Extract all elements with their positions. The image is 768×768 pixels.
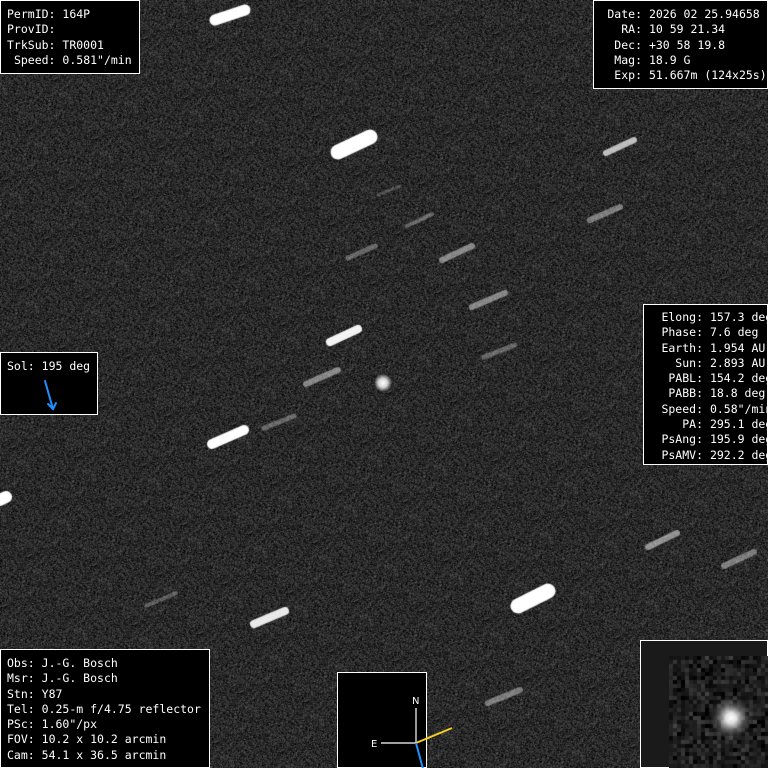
trksub-label: TrkSub: — [7, 37, 56, 52]
pa-label: PA: — [682, 417, 703, 432]
psamv-row: PsAMV: 292.2 deg — [649, 447, 768, 463]
date-value: 2026 02 25.94658 — [648, 7, 760, 21]
psang-value: 195.9 deg — [709, 432, 768, 447]
date-row: Date: 2026 02 25.94658 — [600, 7, 767, 22]
ra-value: 10 59 21.34 — [648, 22, 726, 37]
provid-label: ProvID: — [7, 22, 56, 37]
observation-panel: Date: 2026 02 25.94658 RA: 10 59 21.34 Dec… — [593, 0, 768, 89]
provid-row: ProvID: — [7, 22, 139, 37]
psc-label: PSc: — [7, 717, 35, 732]
sun-label: Sun: — [675, 355, 703, 370]
earth-label: Earth: — [661, 340, 703, 355]
psamv-label: PsAMV: — [661, 447, 703, 462]
pabb-label: PABB: — [668, 386, 703, 401]
permid-label: PermID: — [7, 7, 56, 21]
mag-value: 18.9 G — [648, 52, 691, 67]
earth-value: 1.954 AU — [709, 340, 766, 355]
elong-value: 157.3 deg — [709, 310, 768, 324]
phase-value: 7.6 deg — [709, 325, 759, 340]
speed-label: Speed: — [13, 52, 56, 67]
permid-value: 164P — [62, 7, 91, 21]
compass-panel: N E — [337, 672, 453, 768]
psc-value: 1.60"/px — [41, 717, 98, 732]
dec-value: +30 58 19.8 — [648, 37, 726, 52]
exp-value: 51.667m (124x25s) — [648, 68, 767, 83]
sol-row: Sol: 195 deg — [7, 359, 97, 374]
compass-icon: N E — [371, 696, 453, 768]
astronomy-image-frame: PermID: 164P ProvID: TrkSub: TR0001 Speed… — [0, 0, 768, 768]
observer-panel: Obs: J.-G. Bosch Msr: J.-G. Bosch Stn: Y87… — [0, 649, 210, 768]
psamv-value: 292.2 deg — [709, 447, 768, 462]
ra-label: RA: — [621, 22, 642, 37]
geom-speed-value: 0.58"/min — [709, 401, 768, 416]
sol-label: Sol: — [7, 359, 35, 373]
fov-value: 10.2 x 10.2 arcmin — [41, 732, 167, 747]
cam-row: Cam: 54.1 x 36.5 arcmin — [7, 748, 209, 763]
trksub-row: TrkSub: TR0001 — [7, 38, 139, 53]
ra-row: RA: 10 59 21.34 — [600, 22, 767, 37]
stn-label: Stn: — [7, 686, 35, 701]
exp-row: Exp: 51.667m (124x25s) — [600, 68, 767, 83]
north-label: N — [412, 696, 419, 707]
phase-label: Phase: — [661, 325, 703, 340]
speed-row: Speed: 0.581"/min — [7, 53, 139, 68]
pabl-row: PABL: 154.2 deg — [649, 371, 768, 386]
pabb-row: PABB: 18.8 deg — [649, 386, 767, 401]
pabb-value: 18.8 deg — [709, 386, 766, 401]
dec-row: Dec: +30 58 19.8 — [600, 38, 767, 53]
phase-row: Phase: 7.6 deg — [649, 325, 767, 340]
target-zoom-thumbnail — [640, 640, 768, 768]
psang-label: PsAng: — [661, 432, 703, 447]
msr-value: J.-G. Bosch — [41, 671, 118, 686]
elong-label: Elong: — [661, 310, 703, 324]
cam-value: 54.1 x 36.5 arcmin — [41, 747, 167, 762]
obs-row: Obs: J.-G. Bosch — [7, 656, 209, 671]
elong-row: Elong: 157.3 deg — [649, 310, 768, 325]
motion-direction-line — [415, 727, 453, 745]
tel-value: 0.25-m f/4.75 reflector — [41, 701, 201, 716]
cam-label: Cam: — [7, 747, 35, 762]
geom-speed-row: Speed: 0.58"/min — [649, 401, 768, 417]
sun-row: Sun: 2.893 AU — [649, 356, 767, 371]
sun-direction-arrow-icon — [44, 380, 57, 411]
geom-speed-label: Speed: — [661, 401, 703, 416]
sun-direction-line — [414, 743, 424, 768]
fov-label: FOV: — [7, 732, 35, 747]
tel-row: Tel: 0.25-m f/4.75 reflector — [7, 702, 209, 717]
psc-row: PSc: 1.60"/px — [7, 717, 209, 732]
pa-row: PA: 295.1 deg — [649, 417, 768, 432]
pabl-label: PABL: — [668, 371, 703, 386]
geometry-panel: Elong: 157.3 deg Phase: 7.6 deg Earth: 1.9… — [643, 304, 768, 465]
sol-value: 195 deg — [41, 359, 91, 373]
mag-label: Mag: — [614, 52, 642, 67]
msr-label: Msr: — [7, 671, 35, 686]
psang-row: PsAng: 195.9 deg — [649, 432, 768, 447]
exp-label: Exp: — [614, 68, 642, 83]
target-zoom-image — [668, 656, 768, 768]
stn-row: Stn: Y87 — [7, 687, 209, 702]
sun-direction-panel: Sol: 195 deg — [0, 352, 98, 415]
sun-value: 2.893 AU — [709, 355, 766, 370]
obs-label: Obs: — [7, 656, 35, 670]
msr-row: Msr: J.-G. Bosch — [7, 671, 209, 686]
pa-value: 295.1 deg — [709, 417, 768, 432]
date-label: Date: — [607, 7, 642, 21]
trksub-value: TR0001 — [62, 37, 104, 52]
permid-row: PermID: 164P — [7, 7, 139, 22]
obs-value: J.-G. Bosch — [41, 656, 118, 670]
stn-value: Y87 — [41, 686, 63, 701]
earth-row: Earth: 1.954 AU — [649, 341, 767, 356]
speed-value: 0.581"/min — [62, 52, 132, 67]
east-label: E — [371, 739, 377, 750]
pabl-value: 154.2 deg — [709, 371, 768, 386]
mag-row: Mag: 18.9 G — [600, 53, 767, 68]
tel-label: Tel: — [7, 701, 35, 716]
fov-row: FOV: 10.2 x 10.2 arcmin — [7, 732, 209, 747]
object-id-panel: PermID: 164P ProvID: TrkSub: TR0001 Speed… — [0, 0, 140, 74]
dec-label: Dec: — [614, 37, 642, 52]
